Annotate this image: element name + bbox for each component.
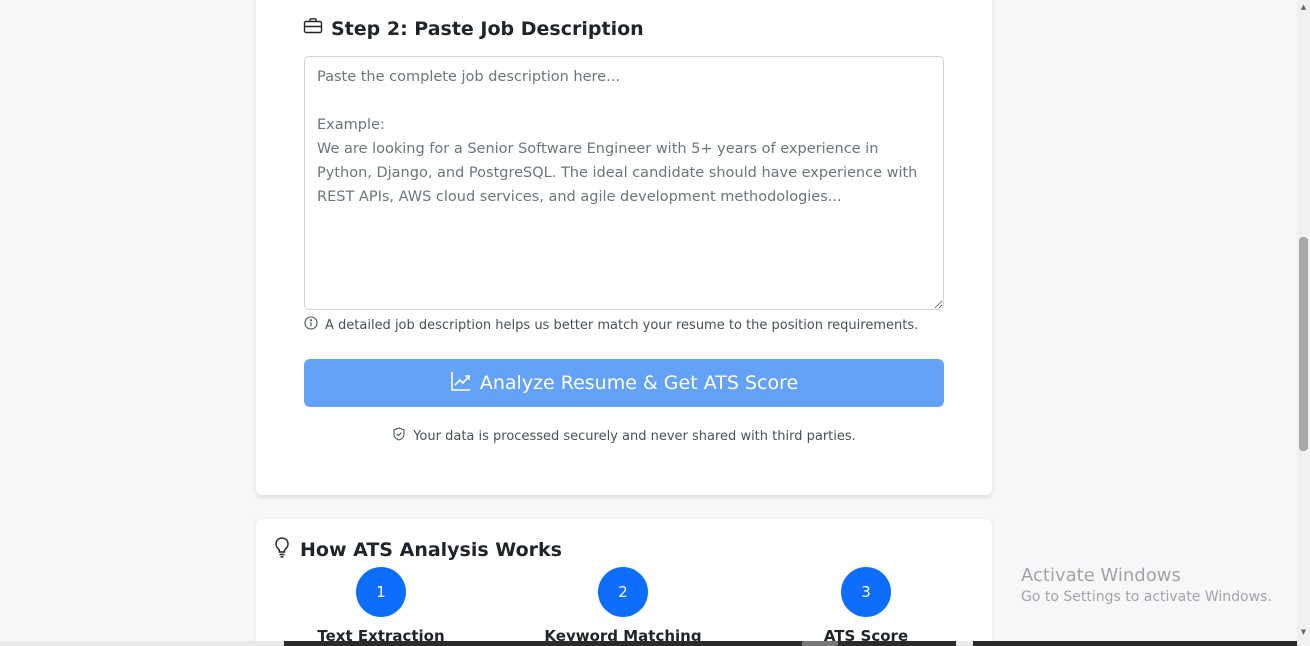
- step-number-badge: 3: [841, 567, 891, 617]
- info-icon: [304, 316, 318, 334]
- hint-text: A detailed job description helps us bett…: [325, 317, 919, 333]
- how-it-works-title: How ATS Analysis Works: [300, 538, 562, 561]
- watermark-title: Activate Windows: [1021, 565, 1181, 586]
- scroll-down-arrow-icon[interactable]: ▼: [1299, 627, 1308, 637]
- lightbulb-icon: [272, 536, 292, 563]
- analyze-resume-button[interactable]: Analyze Resume & Get ATS Score: [304, 359, 944, 407]
- process-step: 2 Keyword Matching: [523, 567, 723, 645]
- step-number-badge: 1: [356, 567, 406, 617]
- how-it-works-heading: How ATS Analysis Works: [272, 536, 562, 563]
- process-step: 3 ATS Score: [766, 567, 966, 645]
- watermark-subtitle: Go to Settings to activate Windows.: [1021, 589, 1272, 605]
- analyze-button-label: Analyze Resume & Get ATS Score: [479, 372, 799, 394]
- chart-line-icon: [450, 370, 472, 397]
- bottom-edge-segment: [973, 641, 1297, 646]
- activate-windows-watermark: Activate Windows Go to Settings to activ…: [1021, 565, 1272, 605]
- job-description-hint: A detailed job description helps us bett…: [304, 316, 918, 334]
- briefcase-icon: [303, 16, 323, 41]
- bottom-edge-segment: [284, 641, 956, 646]
- process-step: 1 Text Extraction: [281, 567, 481, 645]
- step2-heading: Step 2: Paste Job Description: [303, 16, 644, 41]
- security-note: Your data is processed securely and neve…: [304, 427, 944, 445]
- bottom-edge-segment: [802, 641, 838, 646]
- security-note-text: Your data is processed securely and neve…: [413, 428, 856, 444]
- scroll-up-arrow-icon[interactable]: ▲: [1299, 2, 1308, 12]
- job-description-textarea[interactable]: [304, 56, 944, 310]
- step-number-badge: 2: [598, 567, 648, 617]
- shield-check-icon: [392, 427, 406, 445]
- vertical-scrollbar-thumb[interactable]: [1299, 237, 1308, 451]
- step2-title: Step 2: Paste Job Description: [331, 17, 644, 40]
